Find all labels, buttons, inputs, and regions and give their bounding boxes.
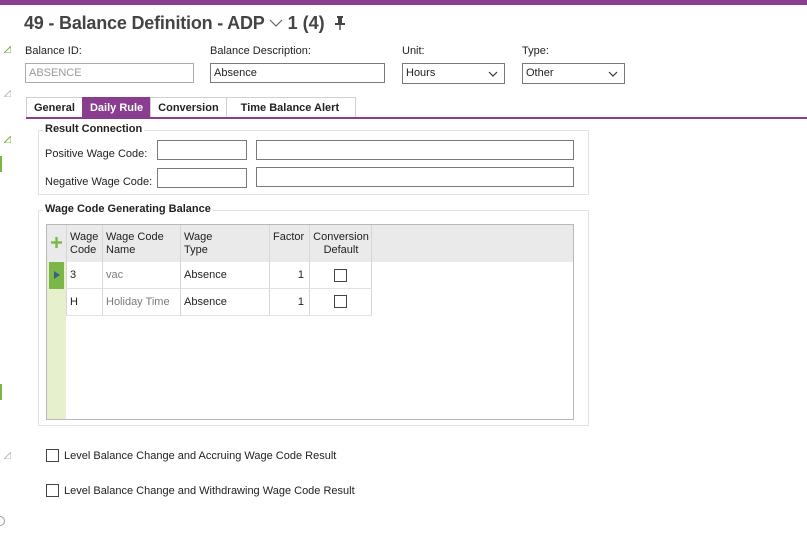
positive-wage-code-field[interactable]	[157, 140, 247, 160]
tab-daily-rule[interactable]: Daily Rule	[81, 97, 152, 118]
column-header-factor[interactable]: Factor	[273, 231, 304, 244]
collapse-marker-icon[interactable]	[4, 452, 11, 459]
column-header-line: Type	[184, 244, 208, 256]
unit-select-value: Hours	[406, 67, 436, 79]
positive-wage-code-description[interactable]	[256, 140, 574, 160]
result-connection-title: Result Connection	[43, 123, 145, 135]
pin-icon[interactable]	[334, 16, 346, 30]
collapse-marker-icon[interactable]	[4, 46, 11, 53]
cell-wage-code: H	[70, 296, 78, 308]
column-header-line: Name	[106, 244, 136, 256]
record-counter: 1 (4)	[287, 12, 325, 33]
wage-code-group-title: Wage Code Generating Balance	[43, 203, 213, 215]
type-label: Type:	[522, 45, 549, 57]
level-withdrawing-label: Level Balance Change and Withdrawing Wag…	[64, 484, 355, 497]
cell-factor: 1	[297, 296, 304, 308]
tab-conversion[interactable]: Conversion	[150, 97, 227, 118]
level-accruing-option[interactable]: Level Balance Change and Accruing Wage C…	[46, 449, 336, 462]
cell-wage-code: 3	[70, 269, 77, 281]
chevron-down-icon	[488, 71, 498, 77]
unit-label: Unit:	[402, 45, 425, 57]
grid-header: Wage Code Wage Code Name Wage Type Facto…	[47, 225, 573, 262]
balance-id-label: Balance ID:	[25, 45, 82, 57]
cell-factor: 1	[297, 269, 304, 281]
tab-strip: General Daily Rule Conversion Time Balan…	[26, 97, 357, 118]
tab-underline	[26, 117, 807, 119]
column-header-line: Code	[70, 244, 97, 256]
type-select[interactable]: Other	[522, 63, 625, 84]
negative-wage-code-description[interactable]	[256, 167, 574, 187]
cell-wage-type: Absence	[184, 296, 227, 308]
page-title: 49 - Balance Definition - ADP	[24, 12, 265, 33]
level-accruing-checkbox[interactable]	[46, 449, 59, 462]
unit-select[interactable]: Hours	[402, 63, 505, 84]
page-header: 49 - Balance Definition - ADP 1 (4)	[24, 11, 346, 35]
negative-wage-code-field[interactable]	[157, 168, 247, 188]
cell-wage-code-name: Holiday Time	[106, 296, 170, 308]
table-row[interactable]: 3 vac Absence 1	[66, 262, 372, 289]
type-select-value: Other	[526, 67, 554, 79]
chevron-down-icon[interactable]	[269, 16, 283, 30]
chevron-down-icon	[608, 71, 618, 77]
column-header-line: Wage	[70, 231, 99, 243]
gutter-indicator	[0, 156, 2, 172]
level-withdrawing-checkbox[interactable]	[46, 484, 59, 497]
scroll-indicator	[0, 516, 5, 526]
current-row-indicator[interactable]	[49, 262, 64, 289]
positive-wage-code-label: Positive Wage Code:	[45, 148, 148, 160]
column-header-line: Wage	[184, 231, 213, 243]
column-header-line: Default	[323, 244, 359, 256]
balance-id-field[interactable]: ABSENCE	[25, 63, 194, 83]
plus-icon[interactable]	[51, 237, 62, 248]
triangle-right-icon	[54, 271, 60, 279]
gutter-indicator	[0, 384, 2, 400]
wage-code-grid: Wage Code Wage Code Name Wage Type Facto…	[46, 224, 574, 420]
column-header-line: Wage Code	[106, 231, 164, 243]
cell-wage-type: Absence	[184, 269, 227, 281]
column-header-wage-type[interactable]: Wage Type	[184, 231, 212, 257]
table-row[interactable]: H Holiday Time Absence 1	[66, 289, 372, 316]
tab-time-balance-alert[interactable]: Time Balance Alert	[225, 97, 357, 118]
level-accruing-label: Level Balance Change and Accruing Wage C…	[64, 449, 337, 462]
tab-general[interactable]: General	[26, 97, 83, 118]
level-withdrawing-option[interactable]: Level Balance Change and Withdrawing Wag…	[46, 484, 355, 497]
collapse-marker-icon[interactable]	[4, 136, 11, 143]
balance-description-field[interactable]: Absence	[210, 63, 385, 83]
collapse-marker-icon[interactable]	[4, 90, 11, 97]
column-header-line: Conversion	[313, 231, 369, 243]
cell-wage-code-name: vac	[106, 269, 124, 281]
conversion-default-checkbox[interactable]	[334, 269, 347, 282]
balance-description-label: Balance Description:	[210, 45, 311, 57]
negative-wage-code-label: Negative Wage Code:	[45, 176, 153, 188]
column-header-conversion-default[interactable]: Conversion Default	[312, 231, 370, 257]
column-header-wage-code-name[interactable]: Wage Code Name	[106, 231, 164, 257]
conversion-default-checkbox[interactable]	[334, 295, 347, 308]
column-header-line: Factor	[273, 231, 305, 243]
top-accent-bar	[0, 0, 807, 5]
column-header-wage-code[interactable]: Wage Code	[70, 231, 98, 257]
